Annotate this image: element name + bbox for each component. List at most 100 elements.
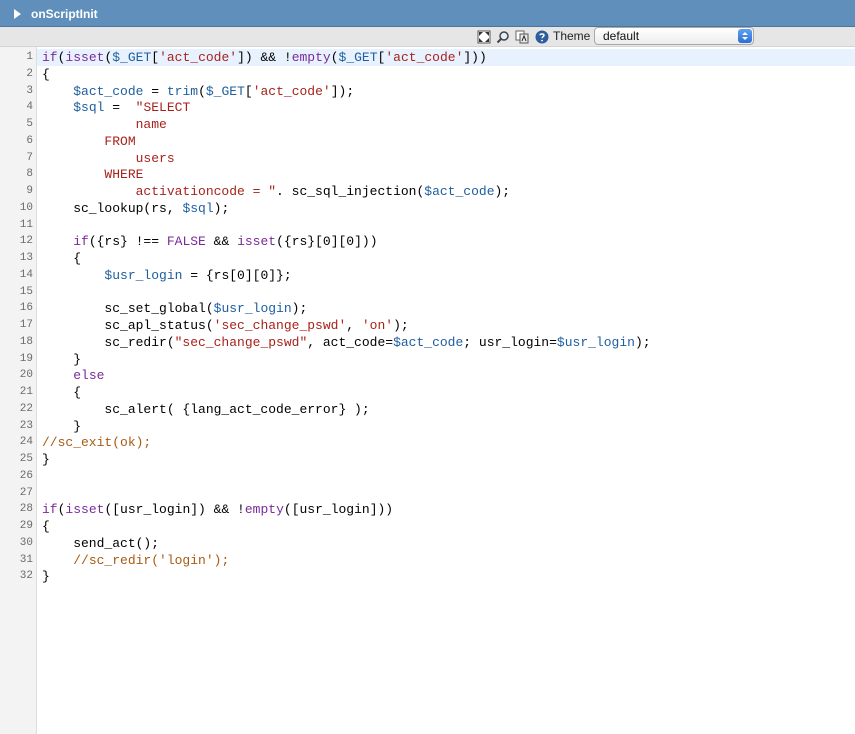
select-arrows-icon xyxy=(738,29,752,43)
code-text[interactable]: { xyxy=(42,518,50,535)
code-text[interactable]: name xyxy=(42,116,167,133)
code-line[interactable]: 3 $act_code = trim($_GET['act_code']); xyxy=(0,83,855,100)
line-number: 20 xyxy=(19,369,33,382)
code-text[interactable]: //sc_redir('login'); xyxy=(42,552,229,569)
code-text[interactable]: sc_set_global($usr_login); xyxy=(42,300,307,317)
code-text[interactable]: } xyxy=(42,451,50,468)
code-line[interactable]: 31 //sc_redir('login'); xyxy=(0,552,855,569)
line-number: 30 xyxy=(19,536,33,549)
code-line[interactable]: 6 FROM xyxy=(0,133,855,150)
code-line[interactable]: 9 activationcode = ". sc_sql_injection($… xyxy=(0,183,855,200)
line-number: 27 xyxy=(19,486,33,499)
code-line[interactable]: 12 if({rs} !== FALSE && isset({rs}[0][0]… xyxy=(0,233,855,250)
panel-header[interactable]: onScriptInit xyxy=(0,0,855,27)
code-text[interactable]: if(isset($_GET['act_code']) && !empty($_… xyxy=(42,49,487,66)
code-text[interactable]: { xyxy=(42,384,81,401)
line-number: 9 xyxy=(26,185,33,197)
code-text[interactable]: //sc_exit(ok); xyxy=(42,434,151,451)
line-number: 31 xyxy=(19,553,33,566)
code-text[interactable]: } xyxy=(42,418,81,435)
code-text[interactable]: users xyxy=(42,150,175,167)
code-text[interactable]: WHERE xyxy=(42,166,143,183)
line-number: 4 xyxy=(26,101,33,114)
search-icon[interactable] xyxy=(496,30,510,44)
code-line[interactable]: 30 send_act(); xyxy=(0,535,855,552)
line-number: 2 xyxy=(26,67,33,80)
line-number: 25 xyxy=(19,453,33,465)
help-icon[interactable] xyxy=(535,30,549,44)
code-line[interactable]: 17 sc_apl_status('sec_change_pswd', 'on'… xyxy=(0,317,855,334)
line-number: 18 xyxy=(19,335,33,348)
code-text[interactable]: $usr_login = {rs[0][0]}; xyxy=(42,267,291,284)
line-number: 12 xyxy=(19,235,33,248)
code-line[interactable]: 26 xyxy=(0,468,855,485)
code-line[interactable]: 16 sc_set_global($usr_login); xyxy=(0,300,855,317)
code-editor[interactable]: 1 if(isset($_GET['act_code']) && !empty($… xyxy=(0,47,855,734)
line-number: 24 xyxy=(19,436,33,449)
line-number: 26 xyxy=(19,469,33,482)
line-number: 11 xyxy=(19,218,33,231)
line-number: 16 xyxy=(19,302,33,315)
code-text[interactable]: $sql = "SELECT xyxy=(42,99,190,116)
code-text[interactable]: activationcode = ". sc_sql_injection($ac… xyxy=(42,183,511,200)
code-line[interactable]: 23 } xyxy=(0,418,855,435)
code-line[interactable]: 20 else xyxy=(0,367,855,384)
code-text[interactable]: sc_alert( {lang_act_code_error} ); xyxy=(42,401,369,418)
code-line[interactable]: 2{ xyxy=(0,66,855,83)
code-line[interactable]: 24 //sc_exit(ok); xyxy=(0,434,855,451)
code-text[interactable]: send_act(); xyxy=(42,535,159,552)
line-number: 7 xyxy=(26,151,33,164)
replace-icon[interactable] xyxy=(515,30,529,44)
theme-label: Theme xyxy=(553,29,591,43)
line-number: 5 xyxy=(26,118,33,130)
code-line[interactable]: 18 sc_redir("sec_change_pswd", act_code=… xyxy=(0,334,855,351)
code-text[interactable]: FROM xyxy=(42,133,135,150)
code-text[interactable]: $act_code = trim($_GET['act_code']); xyxy=(42,83,354,100)
collapse-arrow-icon[interactable] xyxy=(14,9,21,19)
panel-title: onScriptInit xyxy=(31,7,98,21)
line-number: 32 xyxy=(19,570,33,583)
code-text[interactable]: if(isset([usr_login]) && !empty([usr_log… xyxy=(42,501,393,518)
code-line[interactable]: 21 { xyxy=(0,384,855,401)
line-number: 8 xyxy=(26,168,33,181)
code-line[interactable]: 15 xyxy=(0,284,855,301)
code-line[interactable]: 27 xyxy=(0,485,855,502)
code-text[interactable]: if({rs} !== FALSE && isset({rs}[0][0])) xyxy=(42,233,377,250)
line-number: 28 xyxy=(19,503,33,516)
fullscreen-icon[interactable] xyxy=(477,30,491,44)
code-text[interactable]: sc_lookup(rs, $sql); xyxy=(42,200,229,217)
code-line[interactable]: 11 xyxy=(0,217,855,234)
editor-toolbar: Theme default xyxy=(0,27,855,47)
line-number: 19 xyxy=(19,352,33,365)
code-text[interactable]: { xyxy=(42,250,81,267)
code-text[interactable]: } xyxy=(42,351,81,368)
code-text[interactable]: } xyxy=(42,568,50,585)
code-line[interactable]: 7 users xyxy=(0,150,855,167)
code-line[interactable]: 13 { xyxy=(0,250,855,267)
line-number: 10 xyxy=(19,201,33,214)
code-text[interactable]: sc_redir("sec_change_pswd", act_code=$ac… xyxy=(42,334,650,351)
line-number: 3 xyxy=(26,84,33,97)
theme-select[interactable]: default xyxy=(594,27,754,45)
line-number: 14 xyxy=(19,268,33,281)
line-number: 15 xyxy=(19,285,33,298)
code-line[interactable]: 25} xyxy=(0,451,855,468)
code-line[interactable]: 4 $sql = "SELECT xyxy=(0,99,855,116)
code-line[interactable]: 32} xyxy=(0,568,855,585)
code-line[interactable]: 10 sc_lookup(rs, $sql); xyxy=(0,200,855,217)
line-number: 1 xyxy=(26,51,33,63)
code-line[interactable]: 8 WHERE xyxy=(0,166,855,183)
code-line[interactable]: 1 if(isset($_GET['act_code']) && !empty($… xyxy=(0,49,855,66)
code-text[interactable]: sc_apl_status('sec_change_pswd', 'on'); xyxy=(42,317,408,334)
code-text[interactable]: { xyxy=(42,66,50,83)
code-text[interactable]: else xyxy=(42,367,104,384)
code-line[interactable]: 22 sc_alert( {lang_act_code_error} ); xyxy=(0,401,855,418)
code-line[interactable]: 14 $usr_login = {rs[0][0]}; xyxy=(0,267,855,284)
line-number: 29 xyxy=(19,520,33,532)
line-number: 6 xyxy=(26,134,33,147)
code-line[interactable]: 29 { xyxy=(0,518,855,535)
code-line[interactable]: 19 } xyxy=(0,351,855,368)
code-line[interactable]: 5 name xyxy=(0,116,855,133)
line-number: 22 xyxy=(19,402,33,415)
code-line[interactable]: 28 if(isset([usr_login]) && !empty([usr_l… xyxy=(0,501,855,518)
